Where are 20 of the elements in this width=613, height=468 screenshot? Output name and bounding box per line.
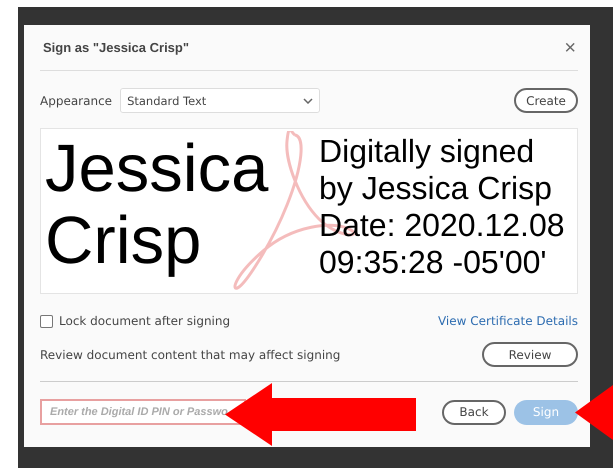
lock-checkbox[interactable] [40, 314, 53, 328]
appearance-dropdown[interactable]: Standard Text [120, 88, 320, 113]
certificate-link[interactable]: View Certificate Details [438, 314, 578, 328]
review-text: Review document content that may affect signing [40, 348, 340, 362]
create-button[interactable]: Create [514, 88, 578, 113]
review-button[interactable]: Review [482, 342, 578, 367]
signer-name: Jessica [45, 133, 270, 205]
dialog-title: Sign as "Jessica Crisp" [43, 40, 190, 55]
lock-label: Lock document after signing [59, 314, 230, 328]
signature-detail: 09:35:28 -05'00' [319, 244, 548, 281]
arrow-annotation [575, 385, 613, 440]
signature-detail: by Jessica Crisp [319, 170, 553, 207]
pin-field[interactable]: Enter the Digital ID PIN or Passwo [40, 399, 246, 425]
chevron-icon [303, 98, 314, 104]
signer-name: Crisp [45, 205, 202, 277]
back-button[interactable]: Back [442, 400, 506, 424]
appearance-label: Appearance [40, 94, 112, 108]
close-button[interactable]: × [564, 38, 576, 58]
signature-detail: Date: 2020.12.08 [319, 207, 565, 244]
signature-detail: Digitally signed [319, 133, 536, 170]
